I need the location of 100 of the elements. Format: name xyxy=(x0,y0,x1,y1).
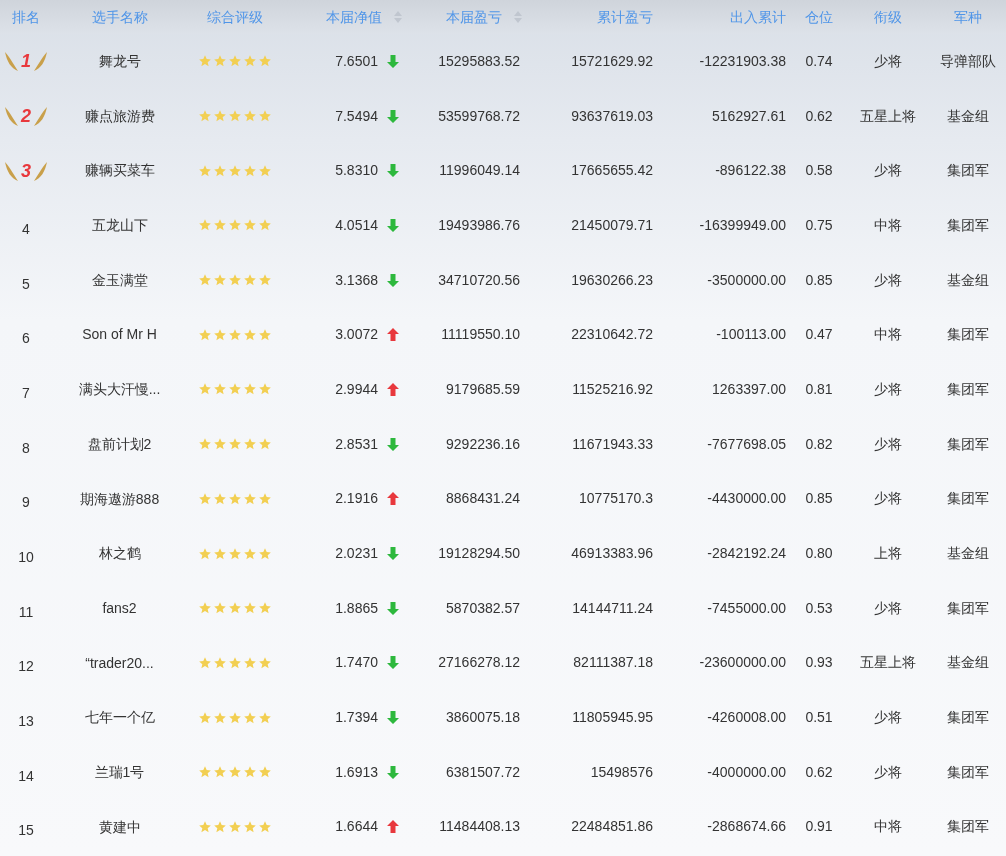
period-pnl: 19493986.76 xyxy=(438,215,520,235)
star-icon xyxy=(242,382,257,397)
rank-number: 5 xyxy=(22,274,30,294)
army-branch: 导弹部队 xyxy=(940,51,996,71)
rank-title: 少将 xyxy=(873,762,902,782)
net-value: 2.1916 xyxy=(335,489,378,509)
star-icon xyxy=(242,765,257,780)
rank-title: 少将 xyxy=(873,51,902,71)
player-name: 七年一个亿 xyxy=(84,708,155,728)
rank-title: 少将 xyxy=(873,598,902,618)
rank-title: 五星上将 xyxy=(859,653,916,673)
rank-number: 8 xyxy=(22,438,30,458)
net-value: 3.1368 xyxy=(335,270,378,290)
net-value: 7.5494 xyxy=(335,106,378,126)
rank-title: 中将 xyxy=(873,215,902,235)
star-icon xyxy=(242,819,257,834)
star-icon xyxy=(242,109,257,124)
net-flow: 5162927.61 xyxy=(712,106,786,126)
column-header: 出入累计 xyxy=(730,7,786,27)
column-header[interactable]: 本届盈亏 xyxy=(446,0,522,34)
army-branch: 集团军 xyxy=(947,379,989,399)
position-ratio: 0.58 xyxy=(805,161,833,181)
star-icon xyxy=(257,491,272,506)
star-icon xyxy=(212,655,227,670)
army-branch: 集团军 xyxy=(947,762,989,782)
period-pnl: 3860075.18 xyxy=(446,708,520,728)
rank-title: 上将 xyxy=(873,544,902,564)
total-pnl: 93637619.03 xyxy=(571,106,653,126)
star-icon xyxy=(257,819,272,834)
position-ratio: 0.82 xyxy=(805,434,833,454)
net-value: 1.8865 xyxy=(335,598,378,618)
period-pnl: 11996049.14 xyxy=(439,161,520,181)
army-branch: 集团军 xyxy=(947,434,989,454)
position-ratio: 0.85 xyxy=(805,489,833,509)
period-pnl: 53599768.72 xyxy=(438,106,520,126)
rank-number: 4 xyxy=(22,219,30,239)
star-icon xyxy=(197,491,212,506)
position-ratio: 0.62 xyxy=(805,762,833,782)
rank-title: 五星上将 xyxy=(859,106,916,126)
net-value: 1.6644 xyxy=(335,817,378,837)
total-pnl: 11671943.33 xyxy=(572,434,653,454)
star-icon xyxy=(242,601,257,616)
star-icon xyxy=(257,327,272,342)
army-branch: 基金组 xyxy=(947,106,989,126)
net-value: 2.8531 xyxy=(335,434,378,454)
net-value: 1.7470 xyxy=(335,653,378,673)
total-pnl: 14144711.24 xyxy=(572,598,653,618)
rank-title: 少将 xyxy=(873,379,902,399)
column-header[interactable]: 本届净值 xyxy=(326,0,402,34)
star-icon xyxy=(227,54,242,69)
position-ratio: 0.62 xyxy=(805,106,833,126)
net-flow: -23600000.00 xyxy=(699,653,786,673)
period-pnl: 5870382.57 xyxy=(446,598,520,618)
period-pnl: 11484408.13 xyxy=(439,817,520,837)
star-icon xyxy=(242,218,257,233)
position-ratio: 0.53 xyxy=(805,598,833,618)
star-icon xyxy=(212,163,227,178)
period-pnl: 11119550.10 xyxy=(441,325,520,345)
rank-number: 3 xyxy=(21,161,31,180)
star-icon xyxy=(257,710,272,725)
player-name: fans2 xyxy=(102,598,137,618)
period-pnl: 15295883.52 xyxy=(438,51,520,71)
star-icon xyxy=(212,819,227,834)
star-icon xyxy=(242,491,257,506)
star-icon xyxy=(242,710,257,725)
net-flow: -2842192.24 xyxy=(707,544,786,564)
period-pnl: 8868431.24 xyxy=(446,489,520,509)
star-icon xyxy=(212,54,227,69)
sort-icon[interactable] xyxy=(394,11,402,23)
star-icon xyxy=(242,54,257,69)
star-icon xyxy=(227,601,242,616)
net-flow: -16399949.00 xyxy=(699,215,786,235)
sort-icon[interactable] xyxy=(514,11,522,23)
army-branch: 集团军 xyxy=(947,325,989,345)
star-icon xyxy=(227,437,242,452)
rank-title: 中将 xyxy=(873,325,902,345)
column-header: 排名 xyxy=(12,7,40,27)
net-value: 2.9944 xyxy=(335,379,378,399)
star-icon xyxy=(227,546,242,561)
player-name: Son of Mr H xyxy=(82,325,157,345)
total-pnl: 82111387.18 xyxy=(573,653,653,673)
player-name: 金玉满堂 xyxy=(91,270,148,290)
star-icon xyxy=(242,437,257,452)
star-icon xyxy=(197,163,212,178)
rank-number: 12 xyxy=(18,657,34,677)
period-pnl: 34710720.56 xyxy=(438,270,520,290)
star-icon xyxy=(257,765,272,780)
net-flow: -100113.00 xyxy=(716,325,786,345)
star-icon xyxy=(242,273,257,288)
star-icon xyxy=(212,437,227,452)
star-icon xyxy=(197,109,212,124)
player-name: 期海遨游888 xyxy=(79,489,160,509)
star-icon xyxy=(212,601,227,616)
star-icon xyxy=(257,109,272,124)
player-name: 舞龙号 xyxy=(98,52,141,71)
star-icon xyxy=(197,710,212,725)
star-icon xyxy=(227,327,242,342)
position-ratio: 0.81 xyxy=(805,379,833,399)
total-pnl: 15498576 xyxy=(590,762,653,782)
star-icon xyxy=(227,819,242,834)
